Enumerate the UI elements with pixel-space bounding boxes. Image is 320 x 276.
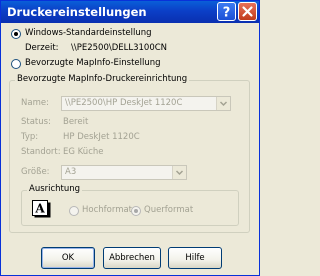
svg-text:?: ?: [223, 6, 231, 21]
windows-default-label[interactable]: Windows-Standardeinstellung: [25, 28, 152, 38]
name-label: Name:: [21, 98, 49, 108]
printer-name-value: \\PE2500\HP DeskJet 1120C: [65, 98, 183, 108]
orientation-title: Ausrichtung: [27, 184, 83, 194]
help-icon[interactable]: ?: [217, 2, 236, 21]
landscape-radio[interactable]: [131, 206, 141, 216]
mapinfo-preference-label[interactable]: Bevorzugte MapInfo-Einstellung: [25, 58, 161, 68]
size-label: Größe:: [21, 167, 50, 177]
portrait-radio[interactable]: [69, 206, 79, 216]
status-value: Bereit: [63, 117, 89, 127]
chevron-down-icon[interactable]: [172, 166, 186, 179]
group-title: Bevorzugte MapInfo-Druckereinrichtung: [15, 74, 190, 84]
paper-size-value: A3: [65, 167, 77, 177]
paper-size-dropdown[interactable]: A3: [61, 165, 187, 180]
printer-name-dropdown[interactable]: \\PE2500\HP DeskJet 1120C: [61, 96, 231, 111]
windows-default-radio[interactable]: [11, 29, 21, 39]
window-title: Druckereinstellungen: [7, 5, 147, 19]
location-value: EG Küche: [63, 147, 104, 157]
svg-text:A: A: [34, 202, 45, 216]
current-label: Derzeit:: [25, 43, 59, 53]
current-printer-value: \\PE2500\DELL3100CN: [71, 43, 168, 53]
location-label: Standort:: [21, 147, 61, 157]
title-bar[interactable]: Druckereinstellungen ?: [1, 1, 259, 23]
landscape-label[interactable]: Querformat: [144, 205, 193, 215]
orientation-preview-icon: A: [31, 199, 53, 219]
ok-button[interactable]: OK: [41, 247, 95, 269]
close-icon[interactable]: [238, 2, 257, 21]
printer-settings-dialog: Druckereinstellungen ? Windows-Standarde…: [0, 0, 260, 276]
type-value: HP DeskJet 1120C: [63, 132, 140, 142]
help-button[interactable]: Hilfe: [168, 247, 222, 269]
portrait-label[interactable]: Hochformat: [82, 205, 132, 215]
chevron-down-icon[interactable]: [216, 97, 230, 110]
type-label: Typ:: [21, 132, 39, 142]
mapinfo-preference-radio[interactable]: [11, 59, 21, 69]
cancel-button[interactable]: Abbrechen: [103, 247, 161, 269]
status-label: Status:: [21, 117, 51, 127]
